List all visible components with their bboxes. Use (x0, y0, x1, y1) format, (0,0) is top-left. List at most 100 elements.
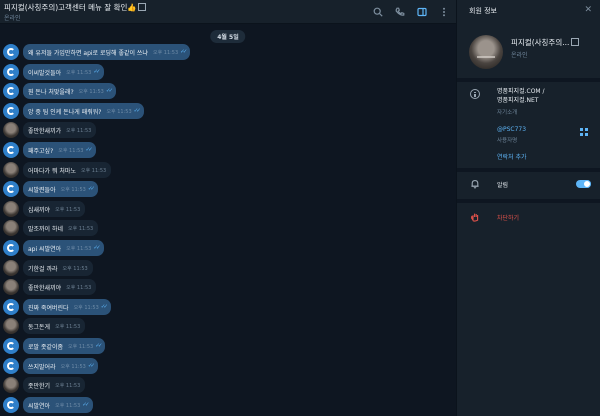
own-avatar[interactable] (3, 181, 19, 197)
message-time: 오후 11:53 (66, 69, 92, 76)
outgoing-message[interactable]: 씨발련들아 오후 11:53 ✓✓ (23, 181, 99, 197)
own-avatar[interactable] (3, 240, 19, 256)
message-time: 오후 11:53 (55, 382, 81, 389)
outgoing-message[interactable]: api 씨발연아 오후 11:53 ✓✓ (23, 240, 104, 256)
own-avatar[interactable] (3, 83, 19, 99)
message-row[interactable]: 로말 좃같이좀 오후 11:53 ✓✓ (0, 338, 456, 355)
own-avatar[interactable] (3, 397, 19, 413)
contact-avatar[interactable] (3, 122, 19, 138)
hand-icon (471, 213, 479, 222)
message-row[interactable]: 말조까이 하네 오후 11:53 (0, 220, 456, 237)
message-row[interactable]: 동그돈게 오후 11:53 (0, 318, 456, 335)
message-time: 오후 11:53 (68, 225, 94, 232)
own-avatar[interactable] (3, 358, 19, 374)
add-contact-button[interactable]: 연락처 추가 (497, 152, 527, 161)
message-time: 오후 11:53 (80, 167, 107, 174)
message-text: 좋만한새끼가 (28, 127, 62, 135)
contact-avatar[interactable] (3, 201, 19, 217)
own-avatar[interactable] (3, 338, 19, 354)
profile-name: 피지컬(사칭주의... (511, 37, 580, 48)
block-user-button[interactable]: 차단하기 (497, 213, 519, 222)
incoming-message[interactable]: 십새끼야 오후 11:53 (23, 201, 86, 217)
read-check-icon: ✓✓ (105, 88, 113, 94)
outgoing-message[interactable]: 뭔 돈나 처맞을래? 오후 11:53 ✓✓ (23, 83, 117, 99)
message-row[interactable]: 좋만한새끼가 오후 11:53 (0, 122, 456, 139)
notifications-toggle[interactable] (576, 180, 591, 188)
own-avatar[interactable] (3, 103, 19, 119)
profile-bio[interactable]: 명품피지컬.COM / 명품피지컬.NET (497, 88, 545, 105)
contact-avatar[interactable] (3, 377, 19, 393)
outgoing-message[interactable]: 왜 유저들 가입만하면 api로 로딩해 좋같이 쓰냐 오후 11:53 ✓✓ (23, 44, 191, 60)
phone-icon[interactable] (393, 5, 406, 18)
info-icon (470, 89, 480, 99)
outgoing-message[interactable]: 이씨발것들아 오후 11:53 ✓✓ (23, 64, 104, 80)
outgoing-message[interactable]: 진짜 죽여버린다 오후 11:53 ✓✓ (23, 299, 111, 315)
read-check-icon: ✓✓ (93, 245, 100, 251)
message-row[interactable]: api 씨발연아 오후 11:53 ✓✓ (0, 240, 456, 257)
chat-pane: 피지컬(사칭주의)고객센터 메뉴 잘 확인👍 온라인 4월 5일 왜 유저들 가… (0, 0, 456, 416)
outgoing-message[interactable]: 패주고싶? 오후 11:53 ✓✓ (23, 142, 96, 158)
message-row[interactable]: 십새끼야 오후 11:53 (0, 201, 456, 218)
contact-avatar[interactable] (3, 279, 19, 295)
message-row[interactable]: 씨발련들아 오후 11:53 ✓✓ (0, 181, 456, 198)
incoming-message[interactable]: 좃만한기 오후 11:53 (23, 377, 86, 393)
message-time: 오후 11:53 (55, 206, 81, 213)
message-row[interactable]: 어마다가 뭐 처마노 오후 11:53 (0, 162, 456, 179)
own-avatar[interactable] (3, 44, 19, 60)
date-separator: 4월 5일 (210, 30, 246, 43)
incoming-message[interactable]: 어마다가 뭐 처마노 오후 11:53 (23, 162, 112, 178)
incoming-message[interactable]: 말조까이 하네 오후 11:53 (23, 220, 99, 236)
message-row[interactable]: 진짜 죽여버린다 오후 11:53 ✓✓ (0, 299, 456, 316)
message-row[interactable]: 뭔 돈나 처맞을래? 오후 11:53 ✓✓ (0, 83, 456, 100)
contact-avatar[interactable] (3, 318, 19, 334)
message-text: 동그돈게 (28, 323, 51, 331)
qr-code-icon[interactable] (580, 128, 588, 136)
read-check-icon: ✓✓ (82, 402, 89, 408)
outgoing-message[interactable]: 앙 중 팀 인케 돈나게 패줘워? 오후 11:53 ✓✓ (23, 103, 144, 119)
own-avatar[interactable] (3, 142, 19, 158)
read-check-icon: ✓✓ (87, 363, 95, 369)
own-avatar[interactable] (3, 64, 19, 80)
message-text: 왜 유저들 가입만하면 api로 로딩해 좋같이 쓰냐 (28, 49, 148, 57)
sidebar-toggle-icon[interactable] (415, 5, 428, 18)
message-row[interactable]: 왜 유저들 가입만하면 api로 로딩해 좋같이 쓰냐 오후 11:53 ✓✓ (0, 44, 456, 61)
message-time: 오후 11:53 (66, 245, 92, 252)
message-list[interactable]: 4월 5일 왜 유저들 가입만하면 api로 로딩해 좋같이 쓰냐 오후 11:5… (0, 24, 456, 416)
message-row[interactable]: 씨발연아 오후 11:53 ✓✓ (0, 397, 456, 414)
more-icon[interactable] (437, 5, 450, 18)
username-label: 사용자명 (497, 138, 518, 144)
message-row[interactable]: 쓰지말어라 오후 11:53 ✓✓ (0, 358, 456, 375)
message-time: 오후 11:53 (58, 147, 84, 154)
close-icon[interactable]: ✕ (584, 5, 592, 15)
message-row[interactable]: 좃만한기 오후 11:53 (0, 377, 456, 394)
outgoing-message[interactable]: 쓰지말어라 오후 11:53 ✓✓ (23, 358, 99, 374)
outgoing-message[interactable]: 로말 좃같이좀 오후 11:53 ✓✓ (23, 338, 106, 354)
message-text: 패주고싶? (28, 147, 54, 155)
message-time: 오후 11:53 (62, 265, 88, 272)
contact-avatar[interactable] (3, 260, 19, 276)
incoming-message[interactable]: 좋만한새끼가 오후 11:53 (23, 122, 97, 138)
message-row[interactable]: 앙 중 팀 인케 돈나게 패줘워? 오후 11:53 ✓✓ (0, 103, 456, 120)
message-time: 오후 11:53 (55, 402, 81, 409)
divider (457, 78, 600, 82)
chat-title[interactable]: 피지컬(사칭주의)고객센터 메뉴 잘 확인👍 (4, 2, 146, 13)
incoming-message[interactable]: 동그돈게 오후 11:53 (23, 318, 86, 334)
message-row[interactable]: 패주고싶? 오후 11:53 ✓✓ (0, 142, 456, 159)
own-avatar[interactable] (3, 299, 19, 315)
telegram-window: 피지컬(사칭주의)고객센터 메뉴 잘 확인👍 온라인 4월 5일 왜 유저들 가… (0, 0, 600, 416)
profile-username[interactable]: @PSC773 (497, 126, 526, 133)
incoming-message[interactable]: 기한걸 까라 오후 11:53 (23, 260, 93, 276)
profile-avatar[interactable] (469, 35, 503, 69)
message-row[interactable]: 이씨발것들아 오후 11:53 ✓✓ (0, 64, 456, 81)
message-time: 오후 11:53 (66, 127, 92, 134)
read-check-icon: ✓✓ (95, 343, 102, 349)
search-icon[interactable] (371, 5, 384, 18)
contact-avatar[interactable] (3, 220, 19, 236)
message-row[interactable]: 좋만한새끼야 오후 11:53 (0, 279, 456, 296)
contact-avatar[interactable] (3, 162, 19, 178)
read-check-icon: ✓✓ (180, 49, 187, 55)
chat-header[interactable]: 피지컬(사칭주의)고객센터 메뉴 잘 확인👍 온라인 (0, 0, 456, 24)
outgoing-message[interactable]: 씨발연아 오후 11:53 ✓✓ (23, 397, 93, 413)
incoming-message[interactable]: 좋만한새끼야 오후 11:53 (23, 279, 97, 295)
message-row[interactable]: 기한걸 까라 오후 11:53 (0, 260, 456, 277)
